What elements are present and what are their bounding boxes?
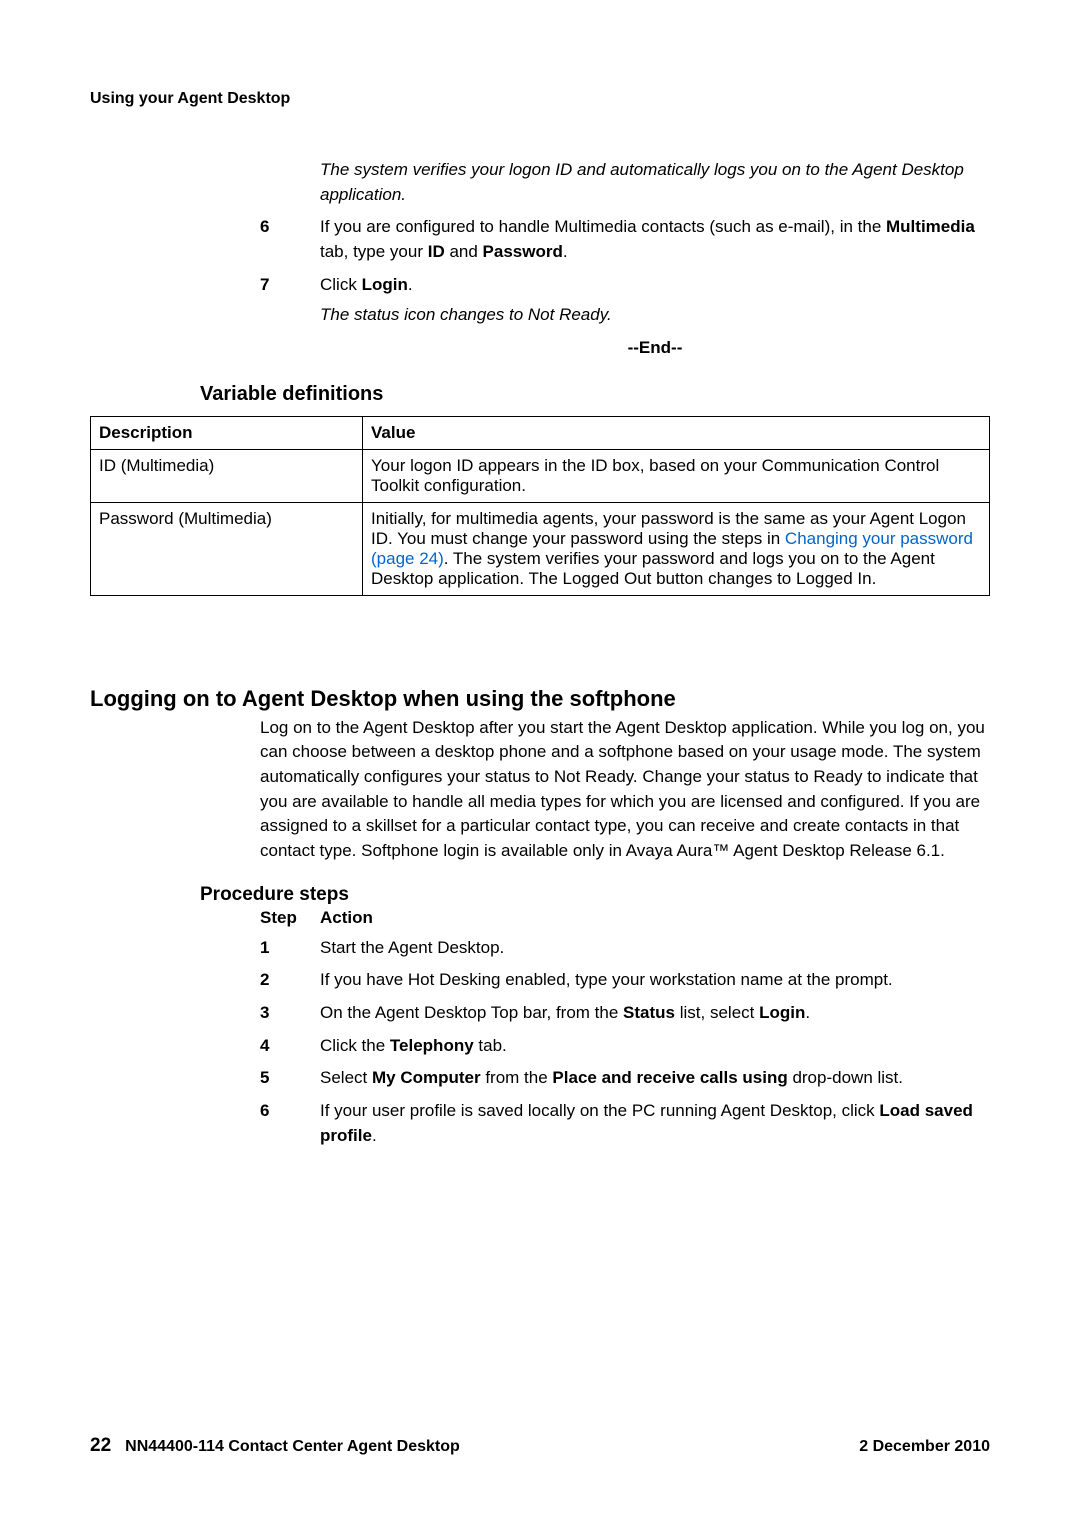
text-run: drop-down list. [788, 1068, 903, 1087]
doc-id: NN44400-114 Contact Center Agent Desktop [125, 1438, 460, 1456]
step-number: 1 [260, 936, 320, 961]
bold-text: Status [623, 1003, 675, 1022]
procedure-steps-heading: Procedure steps [200, 884, 990, 906]
step-number: 3 [260, 1001, 320, 1026]
bold-text: Telephony [390, 1036, 474, 1055]
text-run: . [372, 1126, 377, 1145]
end-marker: --End-- [320, 338, 990, 358]
text-run: . [805, 1003, 810, 1022]
step-action: Click Login. [320, 273, 990, 298]
bold-text: Multimedia [886, 217, 975, 236]
text-run: . The system verifies your password and … [371, 549, 935, 588]
text-run: Start the Agent Desktop. [320, 938, 504, 957]
procedure-step: 3On the Agent Desktop Top bar, from the … [90, 1001, 990, 1026]
table-header-row: Description Value [91, 416, 990, 449]
step-action: Select My Computer from the Place and re… [320, 1066, 990, 1091]
col-head-step: Step [260, 908, 320, 928]
step-result: The status icon changes to Not Ready. [320, 303, 990, 328]
step-result-top: The system verifies your logon ID and au… [320, 158, 990, 207]
bold-text: Password [483, 242, 563, 261]
bold-text: Login [759, 1003, 805, 1022]
section-body: Log on to the Agent Desktop after you st… [260, 716, 990, 864]
table-header-description: Description [91, 416, 363, 449]
text-run: Select [320, 1068, 372, 1087]
text-run: On the Agent Desktop Top bar, from the [320, 1003, 623, 1022]
procedure-step: 5Select My Computer from the Place and r… [90, 1066, 990, 1091]
text-run: tab, type your [320, 242, 428, 261]
text-run: . [563, 242, 568, 261]
procedure-step: 1Start the Agent Desktop. [90, 936, 990, 961]
running-head: Using your Agent Desktop [90, 90, 990, 108]
text-run: If your user profile is saved locally on… [320, 1101, 879, 1120]
page-number: 22 [90, 1435, 111, 1457]
footer-date: 2 December 2010 [859, 1438, 990, 1456]
procedure-column-heads: Step Action [260, 908, 990, 928]
step-action: On the Agent Desktop Top bar, from the S… [320, 1001, 990, 1026]
text-run: from the [481, 1068, 553, 1087]
text-run: and [445, 242, 483, 261]
variable-definitions-table: Description Value ID (Multimedia)Your lo… [90, 416, 990, 596]
variable-definitions-heading: Variable definitions [200, 383, 990, 406]
table-cell-description: ID (Multimedia) [91, 449, 363, 502]
text-run: . [408, 275, 413, 294]
step-number: 7 [260, 273, 320, 298]
text-run: Click [320, 275, 362, 294]
table-header-value: Value [363, 416, 990, 449]
table-cell-value: Initially, for multimedia agents, your p… [363, 502, 990, 595]
table-row: Password (Multimedia)Initially, for mult… [91, 502, 990, 595]
step-number: 5 [260, 1066, 320, 1091]
document-page: Using your Agent Desktop The system veri… [0, 0, 1080, 1527]
text-run: Your logon ID appears in the ID box, bas… [371, 456, 939, 495]
table-cell-description: Password (Multimedia) [91, 502, 363, 595]
procedure-step: 7Click Login. [90, 273, 990, 298]
step-action: Start the Agent Desktop. [320, 936, 990, 961]
procedure-step: 6If you are configured to handle Multime… [90, 215, 990, 264]
step-action: If your user profile is saved locally on… [320, 1099, 990, 1148]
bold-text: ID [428, 242, 445, 261]
table-cell-value: Your logon ID appears in the ID box, bas… [363, 449, 990, 502]
procedure-step: 6If your user profile is saved locally o… [90, 1099, 990, 1148]
col-head-action: Action [320, 908, 373, 928]
step-action: Click the Telephony tab. [320, 1034, 990, 1059]
step-action: If you are configured to handle Multimed… [320, 215, 990, 264]
procedure-step: 2If you have Hot Desking enabled, type y… [90, 968, 990, 993]
text-run: If you have Hot Desking enabled, type yo… [320, 970, 893, 989]
step-number: 4 [260, 1034, 320, 1059]
procedure-step: 4Click the Telephony tab. [90, 1034, 990, 1059]
text-run: If you are configured to handle Multimed… [320, 217, 886, 236]
step-number: 2 [260, 968, 320, 993]
section-title: Logging on to Agent Desktop when using t… [90, 686, 990, 712]
table-row: ID (Multimedia)Your logon ID appears in … [91, 449, 990, 502]
step-number: 6 [260, 1099, 320, 1148]
text-run: tab. [474, 1036, 507, 1055]
step-number: 6 [260, 215, 320, 264]
text-run: list, select [675, 1003, 759, 1022]
bold-text: My Computer [372, 1068, 481, 1087]
text-run: Click the [320, 1036, 390, 1055]
bold-text: Place and receive calls using [552, 1068, 787, 1087]
bold-text: Login [362, 275, 408, 294]
step-action: If you have Hot Desking enabled, type yo… [320, 968, 990, 993]
page-footer: 22 NN44400-114 Contact Center Agent Desk… [90, 1435, 990, 1457]
